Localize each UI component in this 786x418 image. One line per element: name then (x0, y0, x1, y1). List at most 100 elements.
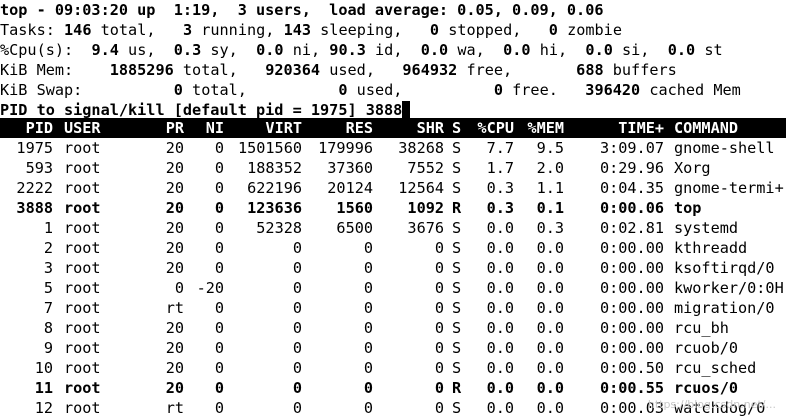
cell-virt: 52328 (256, 219, 302, 237)
cell-s: S (452, 399, 462, 417)
cell-command: gnome-shell (674, 139, 775, 157)
cell-cpu: 0.0 (486, 359, 514, 377)
process-row[interactable]: 11 root 20 0 0 0 0 R 0.0 0.0 0:00.55 rcuos/0 (0, 378, 786, 398)
cell-mem: 0.0 (536, 299, 564, 317)
cell-ni: -20 (196, 279, 224, 297)
process-row[interactable]: 7 root rt 0 0 0 0 S 0.0 0.0 0:00.00 migration/0 (0, 298, 786, 318)
cell-s: S (452, 159, 462, 177)
cell-time: 0:00.00 (599, 279, 664, 297)
cpu-id-label: id, (375, 41, 403, 59)
tasks-line: Tasks: 146 total, 3 running, 143 sleepin… (0, 20, 786, 40)
cell-pr: 20 (165, 359, 184, 377)
cell-pr: 20 (165, 179, 184, 197)
cpu-wa: 0.0 (420, 41, 449, 59)
cell-shr: 0 (434, 279, 444, 297)
cell-time: 0:00.00 (599, 259, 664, 277)
cell-s: S (452, 179, 462, 197)
cell-time: 0:00.00 (599, 319, 664, 337)
cell-virt: 0 (292, 319, 302, 337)
tasks-total-label: total, (100, 21, 156, 39)
cell-cpu: 0.0 (486, 379, 514, 397)
cell-user: root (64, 199, 101, 217)
column-header-ni: NI (205, 119, 224, 137)
process-row[interactable]: 2222 root 20 0 622196 20124 12564 S 0.3 1.1 0:04.3… (0, 178, 786, 198)
swap-free: 0 (493, 81, 503, 99)
cell-pid: 7 (43, 299, 53, 317)
cell-mem: 0.0 (536, 339, 564, 357)
cell-mem: 0.0 (536, 319, 564, 337)
cell-cpu: 0.0 (486, 239, 514, 257)
cell-command: systemd (674, 219, 739, 237)
cell-cpu: 0.3 (486, 179, 514, 197)
cell-mem: 0.0 (536, 259, 564, 277)
cell-s: S (452, 339, 462, 357)
cell-ni: 0 (214, 179, 224, 197)
cell-time: 0:29.96 (599, 159, 664, 177)
cell-res: 0 (363, 299, 373, 317)
cell-cpu: 0.0 (486, 279, 514, 297)
process-row[interactable]: 3888 root 20 0 123636 1560 1092 R 0.3 0.1 0:00.06 t… (0, 198, 786, 218)
cell-command: ksoftirqd/0 (674, 259, 775, 277)
cell-pid: 2222 (16, 179, 53, 197)
tasks-stopped: 0 (429, 21, 440, 39)
cell-virt: 0 (292, 259, 302, 277)
cpu-si: 0.0 (585, 41, 613, 59)
cell-pid: 1 (43, 219, 53, 237)
mem-used: 920364 (265, 61, 321, 79)
kill-pid-input[interactable]: 3888 (366, 101, 403, 119)
watermark: https://blog.csdn.net/... (647, 398, 776, 411)
cell-ni: 0 (214, 299, 224, 317)
swap-total: 0 (173, 81, 183, 99)
process-row[interactable]: 10 root 20 0 0 0 0 S 0.0 0.0 0:00.50 rcu_sched (0, 358, 786, 378)
cell-pid: 10 (34, 359, 53, 377)
process-row[interactable]: 1 root 20 0 52328 6500 3676 S 0.0 0.3 0:02.81 syste… (0, 218, 786, 238)
cell-res: 0 (363, 239, 373, 257)
cell-command: Xorg (674, 159, 711, 177)
cpu-sy: 0.3 (173, 41, 202, 59)
column-header-pid: PID (25, 119, 53, 137)
process-row[interactable]: 3 root 20 0 0 0 0 S 0.0 0.0 0:00.00 ksoftirqd/0 (0, 258, 786, 278)
cell-ni: 0 (214, 139, 224, 157)
cell-virt: 0 (292, 299, 302, 317)
cell-command: rcu_bh (674, 319, 729, 337)
cell-s: S (452, 259, 462, 277)
cell-mem: 0.0 (536, 279, 564, 297)
tasks-zombie-label: zombie (567, 21, 622, 39)
cell-shr: 0 (434, 319, 444, 337)
column-header-command: COMMAND (674, 119, 739, 137)
cell-pr: 20 (165, 159, 184, 177)
cell-user: root (64, 359, 101, 377)
swap-free-label: free. (512, 81, 558, 99)
process-row[interactable]: 5 root 0 -20 0 0 0 S 0.0 0.0 0:00.00 kworker/0:0H (0, 278, 786, 298)
cell-ni: 0 (214, 379, 224, 397)
cell-s: S (452, 319, 462, 337)
cell-user: root (64, 139, 101, 157)
column-header-cpu: %CPU (477, 119, 514, 137)
process-row[interactable]: 1975 root 20 0 1501560 179996 38268 S 7.7 9.5 3:09… (0, 138, 786, 158)
process-row[interactable]: 2 root 20 0 0 0 0 S 0.0 0.0 0:00.00 kthreadd (0, 238, 786, 258)
cell-pr: 20 (165, 139, 184, 157)
cell-time: 0:00.50 (599, 359, 664, 377)
cell-cpu: 7.7 (486, 139, 514, 157)
cell-command: kworker/0:0H (674, 279, 784, 297)
swap-used-label: used, (356, 81, 403, 99)
cell-s: R (452, 199, 462, 217)
cpu-label: %Cpu(s): (0, 41, 74, 59)
cell-command: top (674, 199, 702, 217)
process-row[interactable]: 593 root 20 0 188352 37360 7552 S 1.7 2.0 0:29.96 X… (0, 158, 786, 178)
mem-total-label: total, (182, 61, 238, 79)
cell-time: 0:02.81 (599, 219, 664, 237)
process-row[interactable]: 8 root 20 0 0 0 0 S 0.0 0.0 0:00.00 rcu_bh (0, 318, 786, 338)
cell-res: 20124 (327, 179, 373, 197)
swap-cached: 396420 (585, 81, 641, 99)
cell-command: kthreadd (674, 239, 748, 257)
cell-s: S (452, 279, 462, 297)
cell-pr: 20 (165, 259, 184, 277)
process-row[interactable]: 9 root 20 0 0 0 0 S 0.0 0.0 0:00.00 rcuob/0 (0, 338, 786, 358)
cell-time: 0:00.06 (599, 199, 664, 217)
cell-shr: 38268 (398, 139, 444, 157)
cell-cpu: 0.0 (486, 319, 514, 337)
cell-res: 0 (363, 279, 373, 297)
cell-cpu: 0.0 (486, 219, 514, 237)
cell-mem: 0.1 (536, 199, 564, 217)
